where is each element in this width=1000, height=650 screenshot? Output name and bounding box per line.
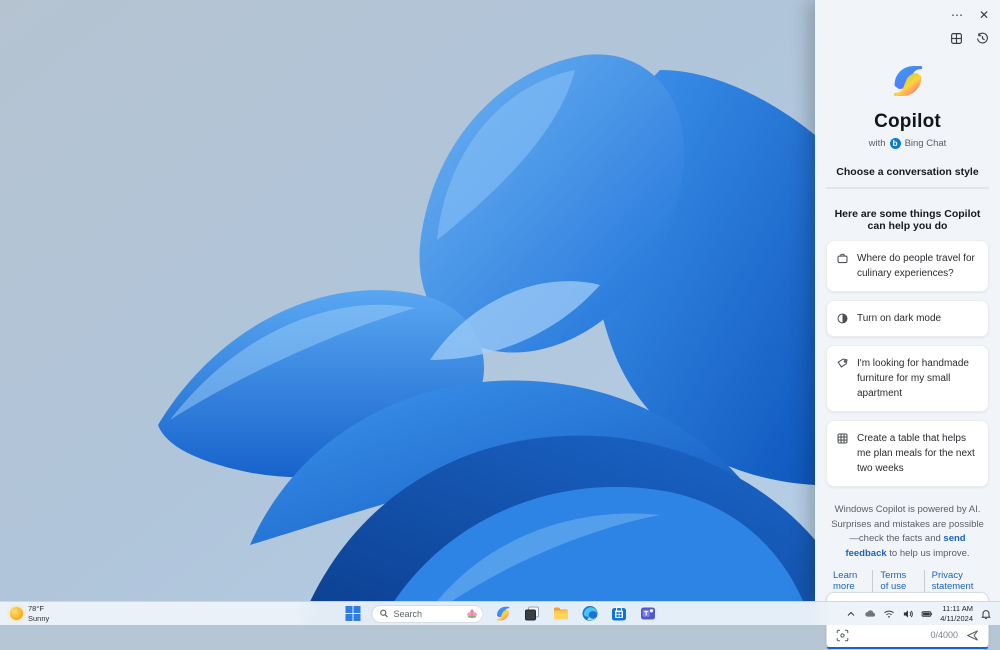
notification-bell-icon[interactable]	[980, 608, 992, 620]
close-icon[interactable]: ✕	[979, 8, 989, 22]
copilot-sidebar: ⋯ ✕ Copilot with b Bing C	[815, 0, 1000, 601]
copilot-app-icon	[494, 605, 511, 622]
panel-title: Copilot	[826, 111, 989, 133]
conversation-style-heading: Choose a conversation style	[826, 166, 989, 178]
windows-logo-icon	[344, 605, 361, 622]
sun-icon	[10, 607, 23, 620]
taskbar-store[interactable]	[609, 604, 629, 624]
briefcase-icon	[836, 252, 849, 265]
suggestions-heading: Here are some things Copilot can help yo…	[826, 208, 989, 232]
search-highlight-flower-icon	[466, 607, 479, 620]
search-placeholder: Search	[394, 609, 461, 619]
edge-icon	[581, 605, 598, 622]
table-icon	[836, 432, 849, 445]
suggestion-text: I'm looking for handmade furniture for m…	[857, 356, 978, 401]
privacy-statement-link[interactable]: Privacy statement	[924, 570, 989, 592]
battery-icon[interactable]	[921, 608, 933, 620]
conversation-style-switcher: More Creative More Balanced More Precise	[826, 187, 989, 189]
learn-more-link[interactable]: Learn more	[826, 570, 872, 592]
more-options-icon[interactable]: ⋯	[951, 8, 963, 22]
bing-logo-icon: b	[890, 138, 901, 149]
volume-icon[interactable]	[902, 608, 914, 620]
subtitle-prefix: with	[869, 138, 886, 149]
taskbar-search-box[interactable]: Search	[372, 605, 484, 623]
style-more-balanced[interactable]: More Balanced	[880, 188, 933, 189]
history-icon[interactable]	[976, 32, 989, 46]
taskbar-file-explorer[interactable]	[551, 604, 571, 624]
taskbar-app-copilot[interactable]	[493, 604, 513, 624]
style-more-creative[interactable]: More Creative	[827, 188, 880, 189]
tray-clock[interactable]: 11:11 AM 4/11/2024	[940, 604, 973, 624]
tag-icon	[836, 357, 849, 370]
taskbar-edge[interactable]	[580, 604, 600, 624]
suggestion-card-travel[interactable]: Where do people travel for culinary expe…	[826, 240, 989, 292]
search-icon	[380, 609, 389, 618]
style-more-precise[interactable]: More Precise	[934, 188, 988, 189]
file-explorer-icon	[552, 605, 569, 622]
weather-temp: 78°F	[28, 604, 49, 613]
subtitle-brand: Bing Chat	[905, 138, 947, 149]
footer-links: Learn more Terms of use Privacy statemen…	[826, 570, 989, 592]
suggestion-card-meal-plan[interactable]: Create a table that helps me plan meals …	[826, 420, 989, 487]
dark-mode-icon	[836, 312, 849, 325]
copilot-logo	[889, 62, 927, 100]
start-button[interactable]	[343, 604, 363, 624]
send-icon[interactable]	[966, 629, 979, 642]
tray-chevron-up-icon[interactable]	[845, 608, 857, 620]
ai-disclaimer: Windows Copilot is powered by AI. Surpri…	[826, 503, 989, 562]
task-view-icon	[523, 605, 540, 622]
weather-condition: Sunny	[28, 614, 49, 623]
taskbar-teams[interactable]	[638, 604, 658, 624]
wifi-icon[interactable]	[883, 608, 895, 620]
taskbar-task-view[interactable]	[522, 604, 542, 624]
suggestion-text: Create a table that helps me plan meals …	[857, 431, 978, 476]
suggestion-card-furniture[interactable]: I'm looking for handmade furniture for m…	[826, 345, 989, 412]
suggestion-text: Where do people travel for culinary expe…	[857, 251, 978, 281]
weather-widget[interactable]: 78°F Sunny	[0, 604, 59, 623]
microsoft-store-icon	[610, 605, 627, 622]
suggestion-text: Turn on dark mode	[857, 311, 941, 326]
tray-time: 11:11 AM	[940, 604, 973, 614]
disclaimer-text-after: to help us improve.	[887, 548, 970, 559]
tray-date: 4/11/2024	[940, 614, 973, 624]
notebook-grid-icon[interactable]	[950, 32, 963, 46]
desktop-wallpaper	[0, 0, 815, 625]
terms-of-use-link[interactable]: Terms of use	[872, 570, 923, 592]
panel-subtitle: with b Bing Chat	[826, 138, 989, 149]
onedrive-cloud-icon[interactable]	[864, 608, 876, 620]
bloom-wallpaper-art	[0, 0, 815, 625]
taskbar: 78°F Sunny Search	[0, 601, 1000, 625]
teams-icon	[639, 605, 656, 622]
char-counter: 0/4000	[930, 630, 958, 640]
screenshot-icon[interactable]	[836, 629, 849, 642]
suggestion-card-dark-mode[interactable]: Turn on dark mode	[826, 300, 989, 337]
